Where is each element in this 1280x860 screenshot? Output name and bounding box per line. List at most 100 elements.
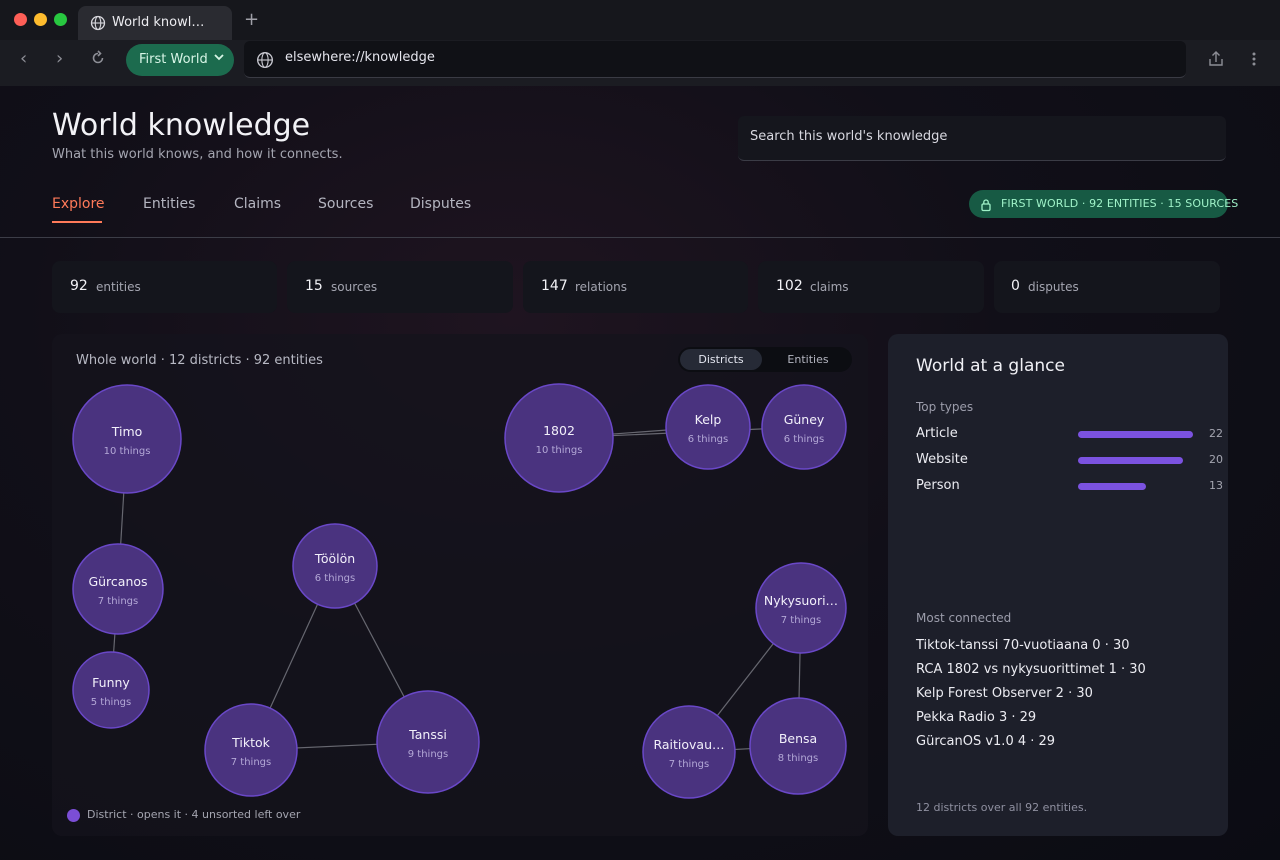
- district-name: Güney: [784, 412, 825, 427]
- world-glance-panel: World at a glance Top types Article 22 Web…: [888, 334, 1228, 836]
- district-node[interactable]: Tiktok 7 things: [204, 703, 298, 797]
- type-name: Website: [916, 452, 968, 467]
- district-node[interactable]: Raitiovau… 7 things: [642, 705, 736, 799]
- district-count: 8 things: [778, 753, 818, 764]
- stat-value: 0: [1011, 278, 1020, 294]
- lock-icon: [980, 197, 992, 216]
- district-node[interactable]: Timo 10 things: [72, 384, 182, 494]
- connected-item[interactable]: GürcanOS v1.0 4 · 29: [916, 734, 1055, 749]
- district-graph-panel: Whole world · 12 districts · 92 entities…: [52, 334, 868, 836]
- district-count: 9 things: [408, 749, 448, 760]
- browser-tab[interactable]: World knowl…: [78, 6, 232, 40]
- profile-selector[interactable]: First World: [126, 44, 234, 76]
- knowledge-search-input[interactable]: Search this world's knowledge: [738, 116, 1226, 161]
- district-count: 10 things: [536, 445, 583, 456]
- district-node[interactable]: Bensa 8 things: [749, 697, 847, 795]
- district-name: Timo: [111, 424, 143, 439]
- district-name: 1802: [543, 423, 575, 438]
- type-row: Person 13: [916, 478, 1228, 496]
- type-bar: [1078, 457, 1183, 464]
- stat-label: disputes: [1028, 280, 1079, 294]
- district-name: Nykysuori…: [764, 593, 838, 608]
- type-row: Article 22: [916, 426, 1228, 444]
- more-menu-icon[interactable]: [1247, 50, 1261, 72]
- address-bar[interactable]: elsewhere://knowledge: [244, 41, 1186, 78]
- stat-claims: 102 claims: [758, 261, 984, 313]
- district-name: Kelp: [695, 412, 722, 427]
- type-bar: [1078, 431, 1193, 438]
- stat-value: 15: [305, 278, 323, 294]
- district-count: 7 things: [98, 596, 138, 607]
- district-node[interactable]: Gürcanos 7 things: [72, 543, 164, 635]
- district-node-circle: [376, 690, 480, 794]
- chevron-down-icon: [212, 50, 226, 67]
- district-node[interactable]: Funny 5 things: [72, 651, 150, 729]
- world-status-text: FIRST WORLD · 92 ENTITIES · 15 SOURCES: [1001, 197, 1239, 210]
- district-node-circle: [642, 705, 736, 799]
- district-name: Töölön: [314, 551, 355, 566]
- district-node-circle: [72, 543, 164, 635]
- district-count: 6 things: [688, 434, 728, 445]
- district-node-circle: [761, 384, 847, 470]
- district-graph: Timo 10 things Gürcanos 7 things Funny 5 thin…: [72, 383, 847, 799]
- page: World knowledge What this world knows, a…: [0, 86, 1280, 860]
- district-node[interactable]: Nykysuori… 7 things: [755, 562, 847, 654]
- connected-item[interactable]: RCA 1802 vs nykysuorittimet 1 · 30: [916, 662, 1146, 677]
- close-window-button[interactable]: [14, 13, 27, 26]
- back-icon[interactable]: ‹: [20, 49, 27, 69]
- minimize-window-button[interactable]: [34, 13, 47, 26]
- stat-sources: 15 sources: [287, 261, 513, 313]
- type-name: Article: [916, 426, 958, 441]
- connected-item[interactable]: Pekka Radio 3 · 29: [916, 710, 1036, 725]
- district-count: 6 things: [315, 573, 355, 584]
- stat-label: sources: [331, 280, 378, 294]
- district-node[interactable]: Tanssi 9 things: [376, 690, 480, 794]
- profile-label: First World: [139, 52, 208, 67]
- type-bar: [1078, 483, 1146, 490]
- most-connected-label: Most connected: [916, 611, 1012, 625]
- district-legend-dot: [67, 808, 80, 822]
- type-row: Website 20: [916, 452, 1228, 470]
- type-count: 13: [1209, 479, 1223, 492]
- type-count: 22: [1209, 427, 1223, 440]
- glance-footer: 12 districts over all 92 entities.: [916, 801, 1088, 814]
- connected-item[interactable]: Tiktok-tanssi 70-vuotiaana 0 · 30: [916, 638, 1130, 653]
- district-node-circle: [504, 383, 614, 493]
- site-globe-icon: [256, 51, 274, 73]
- share-icon[interactable]: [1207, 50, 1225, 72]
- district-name: Tanssi: [408, 727, 447, 742]
- district-node[interactable]: 1802 10 things: [504, 383, 614, 493]
- tab-disputes[interactable]: Disputes: [410, 196, 471, 212]
- district-node-circle: [665, 384, 751, 470]
- district-node[interactable]: Güney 6 things: [761, 384, 847, 470]
- tab-explore[interactable]: Explore: [52, 196, 105, 212]
- district-node-circle: [204, 703, 298, 797]
- tab-entities[interactable]: Entities: [143, 196, 195, 212]
- tab-sources[interactable]: Sources: [318, 196, 373, 212]
- new-tab-button[interactable]: +: [244, 11, 259, 29]
- header-divider: [0, 237, 1280, 238]
- district-count: 7 things: [669, 759, 709, 770]
- page-title: World knowledge: [52, 108, 311, 143]
- tab-claims[interactable]: Claims: [234, 196, 281, 212]
- district-node[interactable]: Töölön 6 things: [292, 523, 378, 609]
- active-tab-indicator: [52, 221, 102, 223]
- page-subtitle: What this world knows, and how it connec…: [52, 147, 343, 162]
- type-name: Person: [916, 478, 960, 493]
- stat-label: entities: [96, 280, 141, 294]
- glance-title: World at a glance: [916, 356, 1065, 376]
- district-node[interactable]: Kelp 6 things: [665, 384, 751, 470]
- district-count: 7 things: [231, 757, 271, 768]
- district-name: Raitiovau…: [653, 737, 724, 752]
- forward-icon[interactable]: ›: [56, 49, 63, 69]
- tab-title: World knowl…: [112, 15, 205, 30]
- maximize-window-button[interactable]: [54, 13, 67, 26]
- connected-item[interactable]: Kelp Forest Observer 2 · 30: [916, 686, 1093, 701]
- url-text: elsewhere://knowledge: [285, 50, 435, 65]
- stat-value: 102: [776, 278, 803, 294]
- world-status-badge: FIRST WORLD · 92 ENTITIES · 15 SOURCES: [969, 190, 1238, 218]
- stat-label: relations: [575, 280, 627, 294]
- reload-icon[interactable]: [90, 50, 106, 71]
- district-count: 10 things: [104, 446, 151, 457]
- district-node-circle: [749, 697, 847, 795]
